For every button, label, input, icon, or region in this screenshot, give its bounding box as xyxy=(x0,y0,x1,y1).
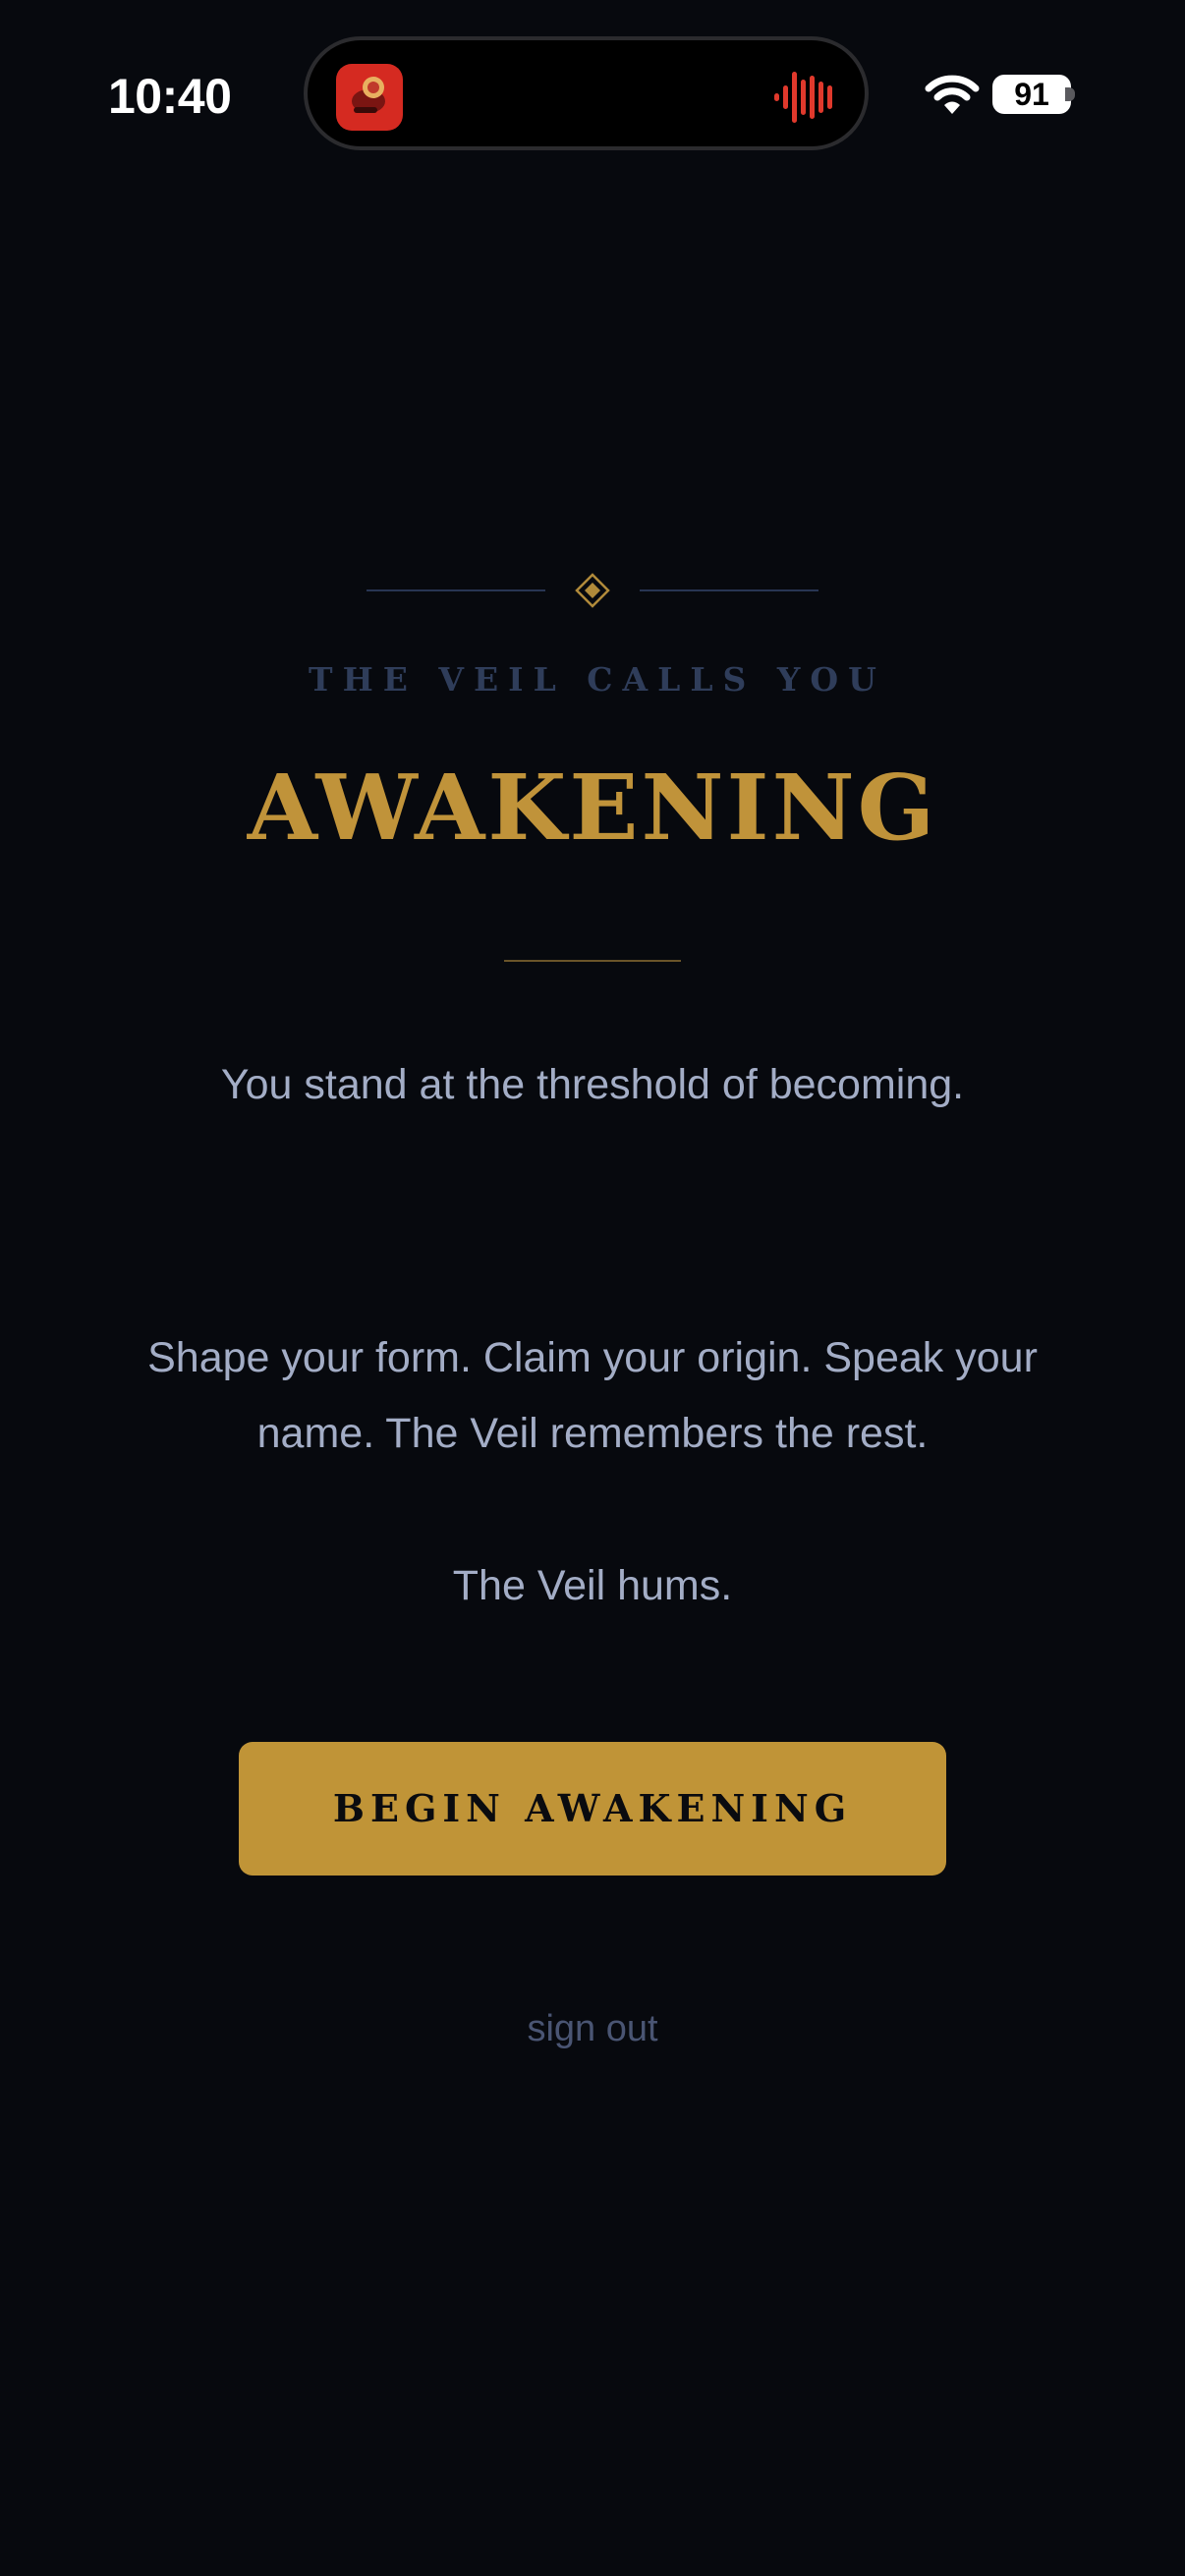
waveform-icon xyxy=(774,68,835,127)
dynamic-island[interactable] xyxy=(304,36,869,150)
battery-icon: 91 xyxy=(992,75,1071,114)
begin-awakening-button[interactable]: BEGIN AWAKENING xyxy=(239,1742,946,1876)
title-divider xyxy=(504,960,681,962)
battery-cap xyxy=(1065,87,1075,101)
diamond-divider xyxy=(367,572,818,609)
sign-out-link[interactable]: sign out xyxy=(0,2004,1185,2053)
hum-text: The Veil hums. xyxy=(452,1562,733,1609)
app-icon[interactable] xyxy=(336,64,403,131)
page-title: AWAKENING xyxy=(247,755,938,861)
eyebrow-text: THE VEIL CALLS YOU xyxy=(309,660,886,699)
subtitle-text: You stand at the threshold of becoming. xyxy=(220,1061,965,1108)
description-text: Shape your form. Claim your origin. Spea… xyxy=(147,1334,1038,1457)
status-time: 10:40 xyxy=(108,69,232,124)
wifi-icon xyxy=(925,73,980,116)
